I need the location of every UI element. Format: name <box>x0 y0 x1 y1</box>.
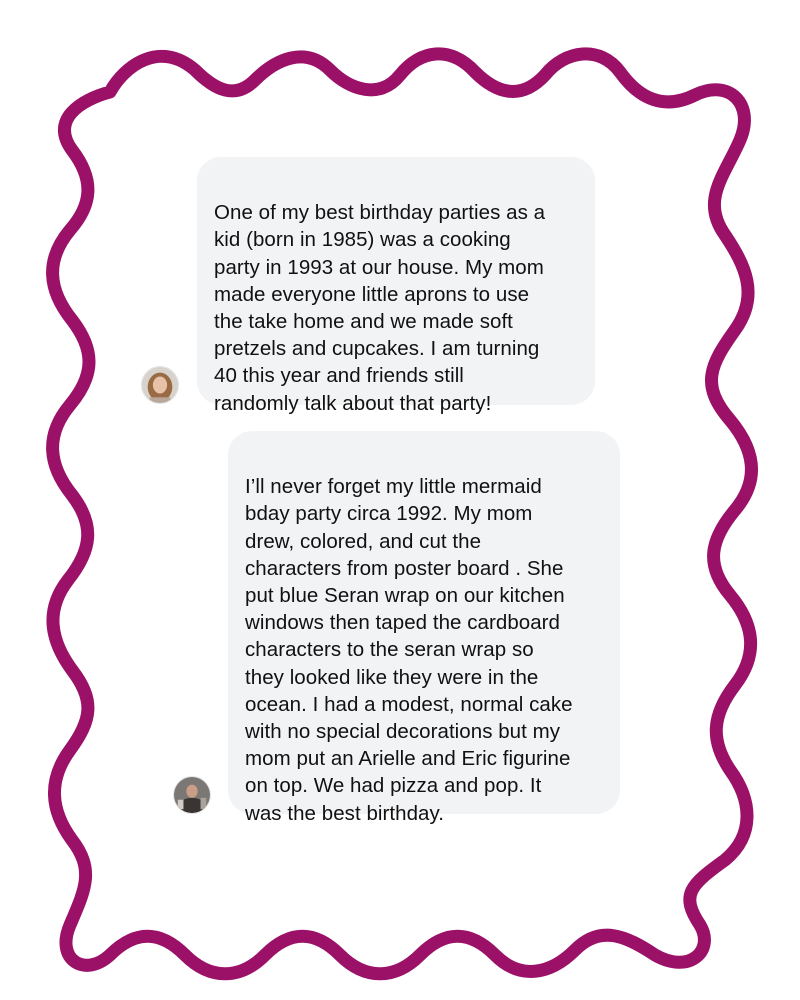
comment-bubble: One of my best birthday parties as a kid… <box>197 157 595 415</box>
comment-text: One of my best birthday parties as a kid… <box>214 201 546 415</box>
user-avatar-photo-icon[interactable] <box>141 366 179 404</box>
comment-text: I’ll never forget my little mermaid bday… <box>245 475 573 825</box>
user-avatar-photo-icon[interactable] <box>173 776 211 814</box>
comment-bubble: I’ll never forget my little mermaid bday… <box>228 431 620 825</box>
